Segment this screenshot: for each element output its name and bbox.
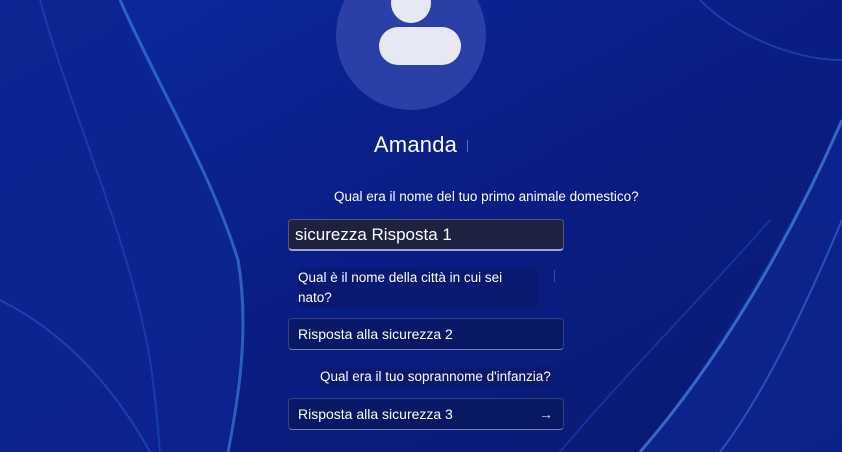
user-name: Amanda: [0, 132, 842, 158]
security-question-3: Qual era il tuo soprannome d'infanzia?: [320, 367, 551, 387]
security-answer-3-input[interactable]: Risposta alla sicurezza 3 →: [288, 398, 564, 430]
security-answer-1-input[interactable]: sicurezza Risposta 1: [288, 219, 564, 251]
security-question-2: Qual è il nome della città in cui sei na…: [298, 268, 538, 308]
user-avatar: [336, 0, 486, 110]
arrow-right-icon[interactable]: →: [537, 405, 555, 423]
security-answer-2-input[interactable]: Risposta alla sicurezza 2: [288, 318, 564, 350]
person-icon: [379, 0, 461, 65]
security-answer-3-placeholder: Risposta alla sicurezza 3: [298, 406, 453, 422]
security-question-1: Qual era il nome del tuo primo animale d…: [334, 189, 639, 204]
